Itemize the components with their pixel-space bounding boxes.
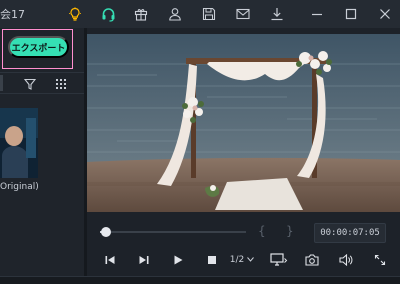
window-title: 会17 xyxy=(0,8,25,21)
grid-view-icon[interactable] xyxy=(53,76,69,92)
maximize-icon[interactable] xyxy=(340,3,362,25)
fullscreen-icon[interactable] xyxy=(370,250,390,270)
media-clip-thumbnail[interactable] xyxy=(0,108,38,178)
download-icon[interactable] xyxy=(266,3,288,25)
stop-icon[interactable] xyxy=(202,250,222,270)
title-bar: 会17 xyxy=(0,0,400,28)
save-icon[interactable] xyxy=(198,3,220,25)
mark-in-button[interactable]: { xyxy=(258,224,266,238)
timeline-panel-edge xyxy=(0,276,400,284)
video-preview[interactable] xyxy=(87,34,400,212)
mark-out-button[interactable]: } xyxy=(286,224,294,238)
headset-icon[interactable] xyxy=(97,3,119,25)
next-frame-icon[interactable] xyxy=(134,250,154,270)
export-button[interactable]: エクスポート xyxy=(8,36,69,58)
tab-edge xyxy=(0,75,3,91)
playhead-handle[interactable] xyxy=(100,227,111,237)
media-filter-bar xyxy=(0,72,84,94)
scrub-track[interactable] xyxy=(100,231,246,233)
mail-icon[interactable] xyxy=(232,3,254,25)
timecode-display: 00:00:07:05 xyxy=(314,223,386,243)
playback-speed-select[interactable]: 1/2 xyxy=(224,252,260,268)
filter-icon[interactable] xyxy=(22,76,38,92)
speed-value: 1/2 xyxy=(229,255,245,265)
snapshot-icon[interactable] xyxy=(302,250,322,270)
lightbulb-icon[interactable] xyxy=(64,3,86,25)
chevron-down-icon xyxy=(247,255,255,265)
close-icon[interactable] xyxy=(374,3,396,25)
gift-icon[interactable] xyxy=(130,3,152,25)
clip-name: Original) xyxy=(0,182,39,192)
previous-frame-icon[interactable] xyxy=(100,250,120,270)
volume-icon[interactable] xyxy=(336,250,356,270)
display-output-icon[interactable] xyxy=(268,250,290,270)
user-icon[interactable] xyxy=(164,3,186,25)
play-icon[interactable] xyxy=(168,250,188,270)
minimize-icon[interactable] xyxy=(306,3,328,25)
